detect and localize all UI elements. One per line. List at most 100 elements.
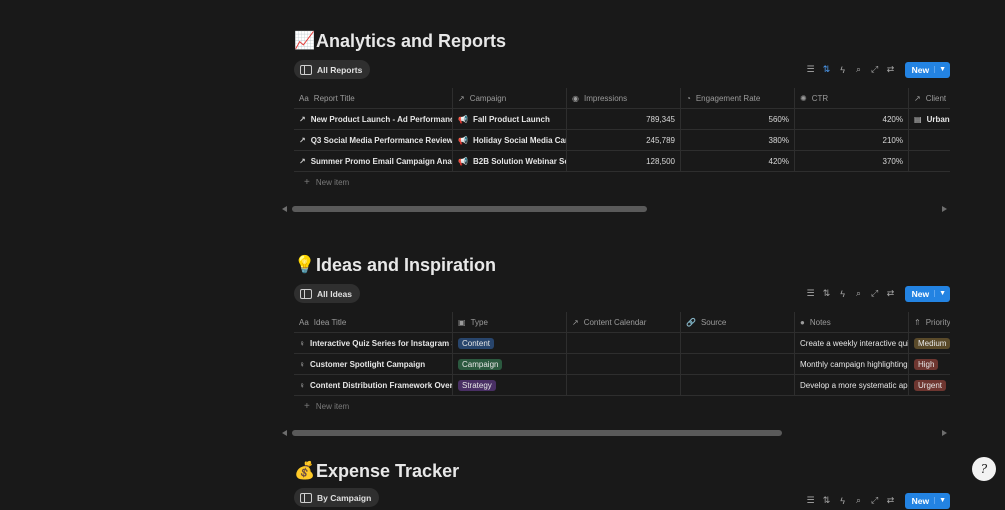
source-cell[interactable]: [681, 333, 795, 353]
settings-icon[interactable]: ⇄: [883, 288, 899, 299]
sort-icon[interactable]: ⇅: [819, 288, 835, 299]
table-row[interactable]: ↗ Summer Promo Email Campaign Analys 📢 B2B…: [294, 151, 950, 172]
notes-cell[interactable]: Monthly campaign highlighting: [795, 354, 909, 374]
plus-icon: +: [304, 401, 310, 412]
column-header-impressions[interactable]: ◉ Impressions: [567, 88, 681, 108]
client-cell[interactable]: [909, 151, 950, 171]
view-tab-by-campaign[interactable]: By Campaign: [294, 488, 380, 507]
notes-cell[interactable]: Develop a more systematic app: [795, 375, 909, 395]
column-header-report-title[interactable]: Aa Report Title: [294, 88, 453, 108]
megaphone-icon: 📢: [458, 114, 468, 124]
ctr-cell[interactable]: 420%: [795, 109, 909, 129]
view-tab-all-reports[interactable]: All Reports: [294, 60, 371, 79]
report-title-cell[interactable]: ↗ Summer Promo Email Campaign Analys: [294, 151, 453, 171]
expense-title[interactable]: Expense Tracker: [316, 461, 459, 482]
column-header-campaign[interactable]: ↗ Campaign: [453, 88, 567, 108]
ideas-title[interactable]: Ideas and Inspiration: [316, 255, 496, 276]
column-header-engagement-rate[interactable]: ◔ Engagement Rate: [681, 88, 795, 108]
report-title-cell[interactable]: ↗ New Product Launch - Ad Performance: [294, 109, 453, 129]
campaign-cell[interactable]: 📢 Fall Product Launch: [453, 109, 567, 129]
new-button[interactable]: New ▼: [904, 61, 950, 78]
content-calendar-cell[interactable]: [567, 375, 681, 395]
new-item-button[interactable]: + New item: [294, 172, 950, 193]
scroll-right-icon[interactable]: [942, 430, 947, 436]
impressions-cell[interactable]: 245,789: [567, 130, 681, 150]
impressions-cell[interactable]: 128,500: [567, 151, 681, 171]
column-header-source[interactable]: 🔗 Source: [681, 312, 795, 332]
lightbulb-icon: ♀: [299, 338, 305, 348]
new-button-label: New: [911, 64, 930, 75]
content-calendar-cell[interactable]: [567, 354, 681, 374]
analytics-title[interactable]: Analytics and Reports: [316, 31, 506, 52]
search-icon[interactable]: ⌕: [851, 288, 867, 299]
new-item-button[interactable]: + New item: [294, 396, 950, 417]
ctr-cell[interactable]: 210%: [795, 130, 909, 150]
column-header-ctr[interactable]: ✺ CTR: [795, 88, 909, 108]
help-button[interactable]: ?: [972, 457, 996, 481]
column-header-idea-title[interactable]: Aa Idea Title: [294, 312, 453, 332]
chart-line-icon: ↗: [299, 135, 306, 145]
column-header-client[interactable]: ↗ Client: [909, 88, 950, 108]
filter-icon[interactable]: ☰: [803, 64, 819, 75]
impressions-cell[interactable]: 789,345: [567, 109, 681, 129]
chevron-down-icon[interactable]: ▼: [934, 290, 950, 297]
type-cell[interactable]: Campaign: [453, 354, 567, 374]
type-cell[interactable]: Strategy: [453, 375, 567, 395]
idea-title-cell[interactable]: ♀ Interactive Quiz Series for Instagram S…: [294, 333, 453, 353]
priority-cell[interactable]: High: [909, 354, 950, 374]
ctr-cell[interactable]: 370%: [795, 151, 909, 171]
expand-icon[interactable]: ⤢: [867, 64, 883, 75]
source-cell[interactable]: [681, 375, 795, 395]
lightbulb-emoji-icon: 💡: [294, 255, 316, 274]
campaign-name: Fall Product Launch: [472, 114, 550, 124]
scroll-left-icon[interactable]: [282, 430, 287, 436]
scroll-thumb[interactable]: [292, 430, 783, 436]
column-header-type[interactable]: ▣ Type: [453, 312, 567, 332]
scroll-left-icon[interactable]: [282, 206, 287, 212]
ideas-horizontal-scrollbar[interactable]: [282, 429, 947, 437]
idea-title-cell[interactable]: ♀ Content Distribution Framework Overh: [294, 375, 453, 395]
column-header-notes[interactable]: ● Notes: [795, 312, 909, 332]
priority-tag: Medium: [914, 337, 950, 349]
scroll-track[interactable]: [292, 205, 937, 213]
type-cell[interactable]: Content: [453, 333, 567, 353]
campaign-cell[interactable]: 📢 B2B Solution Webinar Serie: [453, 151, 567, 171]
settings-icon[interactable]: ⇄: [883, 64, 899, 75]
engagement-rate-cell[interactable]: 380%: [681, 130, 795, 150]
report-title-cell[interactable]: ↗ Q3 Social Media Performance Review: [294, 130, 453, 150]
new-button[interactable]: New ▼: [904, 285, 950, 302]
client-cell[interactable]: ▤ Urban: [909, 109, 950, 129]
content-calendar-cell[interactable]: [567, 333, 681, 353]
source-cell[interactable]: [681, 354, 795, 374]
expand-icon[interactable]: ⤢: [867, 288, 883, 299]
scroll-thumb[interactable]: [292, 206, 647, 212]
engagement-rate-cell[interactable]: 420%: [681, 151, 795, 171]
priority-cell[interactable]: Urgent: [909, 375, 950, 395]
money-bag-emoji-icon: 💰: [294, 461, 316, 480]
automation-icon[interactable]: ϟ: [835, 65, 851, 75]
view-tab-label: All Ideas: [317, 288, 352, 299]
notes-cell[interactable]: Create a weekly interactive quiz: [795, 333, 909, 353]
table-row[interactable]: ♀ Content Distribution Framework Overh St…: [294, 375, 950, 396]
engagement-rate-cell[interactable]: 560%: [681, 109, 795, 129]
campaign-cell[interactable]: 📢 Holiday Social Media Camp: [453, 130, 567, 150]
client-cell[interactable]: [909, 130, 950, 150]
analytics-horizontal-scrollbar[interactable]: [282, 205, 947, 213]
column-header-priority[interactable]: ⇑ Priority: [909, 312, 950, 332]
table-row[interactable]: ↗ New Product Launch - Ad Performance 📢 Fa…: [294, 109, 950, 130]
scroll-right-icon[interactable]: [942, 206, 947, 212]
search-icon[interactable]: ⌕: [851, 64, 867, 75]
table-row[interactable]: ♀ Interactive Quiz Series for Instagram S…: [294, 333, 950, 354]
table-row[interactable]: ♀ Customer Spotlight Campaign Campaign Mo…: [294, 354, 950, 375]
idea-title-cell[interactable]: ♀ Customer Spotlight Campaign: [294, 354, 453, 374]
automation-icon[interactable]: ϟ: [835, 289, 851, 299]
relation-icon: ↗: [914, 93, 921, 103]
sort-icon[interactable]: ⇅: [819, 64, 835, 75]
scroll-track[interactable]: [292, 429, 937, 437]
table-row[interactable]: ↗ Q3 Social Media Performance Review 📢 Hol…: [294, 130, 950, 151]
column-header-content-calendar[interactable]: ↗ Content Calendar: [567, 312, 681, 332]
view-tab-all-ideas[interactable]: All Ideas: [294, 284, 360, 303]
priority-cell[interactable]: Medium: [909, 333, 950, 353]
filter-icon[interactable]: ☰: [803, 288, 819, 299]
chevron-down-icon[interactable]: ▼: [934, 66, 950, 73]
